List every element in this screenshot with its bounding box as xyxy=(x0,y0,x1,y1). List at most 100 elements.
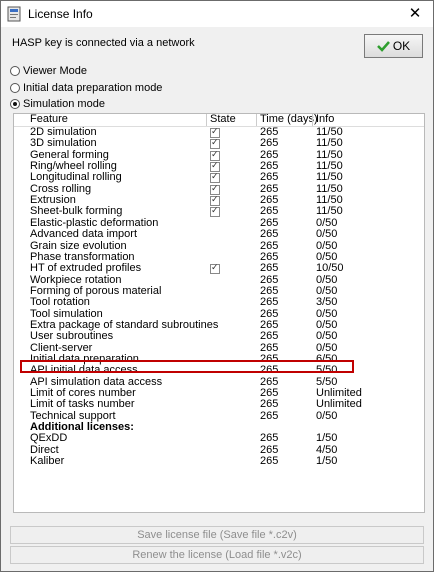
close-icon[interactable]: ✕ xyxy=(405,4,425,24)
table-row[interactable]: 3D simulation 265 11/50 xyxy=(14,137,424,150)
cell-feature: Limit of tasks number xyxy=(30,398,135,411)
table-row[interactable]: Workpiece rotation 265 0/50 xyxy=(14,273,424,286)
cell-time: 265 xyxy=(260,296,279,309)
table-row[interactable]: Advanced data import 265 0/50 xyxy=(14,229,424,240)
dialog-content: HASP key is connected via a network OK V… xyxy=(1,27,433,571)
table-row[interactable]: QExDD 265 1/50 xyxy=(14,433,424,444)
cell-feature: 2D simulation xyxy=(30,126,97,138)
cell-info: 0/50 xyxy=(316,250,338,263)
table-row[interactable]: Tool simulation 265 0/50 xyxy=(14,307,424,320)
save-license-button[interactable]: Save license file (Save file *.c2v) xyxy=(10,526,424,544)
cell-feature: General forming xyxy=(30,148,109,161)
cell-feature: Technical support xyxy=(30,409,116,422)
table-row[interactable]: HT of extruded profiles 265 10/50 xyxy=(14,262,424,275)
table-row[interactable]: Ring/wheel rolling 265 11/50 xyxy=(14,160,424,173)
cell-info: 11/50 xyxy=(316,148,343,161)
table-row[interactable]: Tool rotation 265 3/50 xyxy=(14,297,424,308)
cell-feature: Grain size evolution xyxy=(30,239,127,252)
state-checkbox xyxy=(210,262,220,275)
table-row[interactable]: Client-server 265 0/50 xyxy=(14,341,424,354)
header-info[interactable]: Info xyxy=(316,114,334,125)
table-row[interactable]: User subroutines 265 0/50 xyxy=(14,331,424,342)
cell-feature: Cross rolling xyxy=(30,182,92,195)
cell-feature: QExDD xyxy=(30,432,68,445)
highlight-box xyxy=(20,360,354,373)
table-row[interactable]: Sheet-bulk forming 265 11/50 xyxy=(14,205,424,218)
cell-time: 265 xyxy=(260,409,279,422)
cell-feature: Sheet-bulk forming xyxy=(30,205,123,218)
cell-time: 265 xyxy=(260,318,279,331)
radio-indicator xyxy=(10,66,20,76)
cell-time: 265 xyxy=(260,216,279,229)
table-row[interactable]: Kaliber 265 1/50 xyxy=(14,456,424,467)
check-icon xyxy=(376,41,390,52)
cell-info: 11/50 xyxy=(316,194,343,207)
cell-feature: Direct xyxy=(30,443,59,456)
header-time[interactable]: Time (days) xyxy=(260,114,318,125)
app-icon xyxy=(7,6,21,22)
table-row[interactable]: Cross rolling 265 11/50 xyxy=(14,182,424,195)
cell-time: 265 xyxy=(260,160,279,173)
cell-feature: Kaliber xyxy=(30,455,65,468)
radio-simulation-mode[interactable]: Simulation mode xyxy=(10,98,105,110)
radio-indicator xyxy=(10,83,20,93)
cell-time: 265 xyxy=(260,443,279,456)
ok-label: OK xyxy=(392,39,411,53)
cell-time: 265 xyxy=(260,182,279,195)
cell-info: 0/50 xyxy=(316,341,338,354)
table-row[interactable]: Forming of porous material 265 0/50 xyxy=(14,285,424,297)
cell-time: 265 xyxy=(260,194,279,207)
ok-button[interactable]: OK xyxy=(364,34,423,58)
table-row[interactable]: Limit of tasks number 265 Unlimited xyxy=(14,399,424,410)
cell-info: 1/50 xyxy=(316,432,338,445)
license-info-window: License Info ✕ HASP key is connected via… xyxy=(0,0,434,572)
cell-info: 0/50 xyxy=(316,216,338,229)
table-row[interactable]: API simulation data access 265 5/50 xyxy=(14,375,424,388)
license-table[interactable]: Feature State Time (days) Info 2D simula… xyxy=(13,113,425,513)
header-feature[interactable]: Feature xyxy=(30,114,68,125)
table-row[interactable]: Limit of cores number 265 Unlimited xyxy=(14,388,424,399)
table-row[interactable]: Technical support 265 0/50 xyxy=(14,409,424,422)
cell-feature: Advanced data import xyxy=(30,228,138,241)
cell-time: 265 xyxy=(260,148,279,161)
radio-viewer-mode[interactable]: Viewer Mode xyxy=(10,65,87,77)
cell-time: 265 xyxy=(260,273,279,286)
cell-info: 0/50 xyxy=(316,318,338,331)
cell-time: 265 xyxy=(260,398,279,411)
cell-info: Unlimited xyxy=(316,398,362,411)
table-row[interactable]: Phase transformation 265 0/50 xyxy=(14,250,424,263)
title-bar: License Info ✕ xyxy=(1,1,433,27)
cell-feature: HT of extruded profiles xyxy=(30,262,142,275)
cell-feature: Ring/wheel rolling xyxy=(30,160,117,173)
table-row[interactable]: Grain size evolution 265 0/50 xyxy=(14,239,424,252)
radio-initial-data-mode[interactable]: Initial data preparation mode xyxy=(10,82,162,94)
cell-info: 0/50 xyxy=(316,228,338,241)
table-row[interactable]: Extrusion 265 11/50 xyxy=(14,194,424,207)
renew-license-button[interactable]: Renew the license (Load file *.v2c) xyxy=(10,546,424,564)
state-checkbox xyxy=(210,205,220,218)
cell-time: 265 xyxy=(260,330,279,343)
header-state[interactable]: State xyxy=(210,114,236,125)
cell-info: 11/50 xyxy=(316,171,343,184)
table-row[interactable]: Extra package of standard subroutines 265… xyxy=(14,318,424,331)
cell-feature: User subroutines xyxy=(30,330,114,343)
cell-feature: Longitudinal rolling xyxy=(30,171,122,184)
cell-time: 265 xyxy=(260,239,279,252)
table-row[interactable]: Longitudinal rolling 265 11/50 xyxy=(14,171,424,184)
cell-info: 1/50 xyxy=(316,455,338,468)
header-divider xyxy=(312,114,313,126)
table-row[interactable]: General forming 265 11/50 xyxy=(14,148,424,161)
radio-label: Initial data preparation mode xyxy=(23,82,163,94)
cell-time: 265 xyxy=(260,375,279,388)
cell-info: 10/50 xyxy=(316,262,344,275)
cell-feature: Workpiece rotation xyxy=(30,273,122,286)
table-row[interactable]: Elastic-plastic deformation 265 0/50 xyxy=(14,216,424,229)
table-row[interactable]: Additional licenses: xyxy=(14,422,424,433)
cell-info: Unlimited xyxy=(316,387,362,400)
cell-info: 11/50 xyxy=(316,137,343,150)
cell-info: 0/50 xyxy=(316,307,338,320)
table-row[interactable]: Direct 265 4/50 xyxy=(14,443,424,456)
radio-label: Viewer Mode xyxy=(23,65,87,77)
cell-info: 3/50 xyxy=(316,296,338,309)
table-row[interactable]: 2D simulation 265 11/50 xyxy=(14,126,424,138)
